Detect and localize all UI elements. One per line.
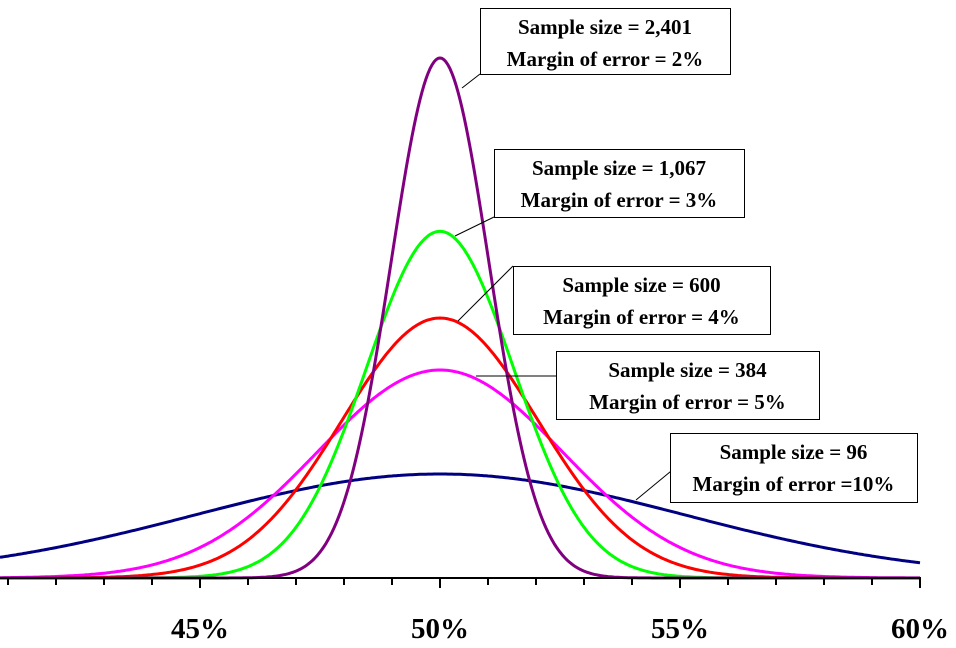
chart: 45% 50% 55% 60% Sample size = 2,401 Margin o… bbox=[0, 8, 949, 645]
callout-leader-line bbox=[454, 216, 495, 237]
x-tick-label: 60% bbox=[891, 613, 949, 645]
callout-margin-of-error: Margin of error = 5% bbox=[589, 390, 786, 414]
callout-leader-line bbox=[457, 265, 514, 322]
callout-moe-2: Sample size = 2,401 Margin of error = 2% bbox=[461, 8, 731, 89]
callouts: Sample size = 2,401Margin of error = 2%S… bbox=[454, 8, 918, 503]
x-tick-label: 50% bbox=[411, 613, 469, 645]
callout-sample-size: Sample size = 1,067 bbox=[532, 156, 706, 180]
callout-sample-size: Sample size = 96 bbox=[720, 440, 868, 464]
callout-sample-size: Sample size = 2,401 bbox=[518, 15, 692, 39]
callout-moe-10: Sample size = 96 Margin of error =10% bbox=[635, 433, 918, 503]
callout-margin-of-error: Margin of error = 2% bbox=[507, 47, 704, 71]
callout-sample-size: Sample size = 384 bbox=[608, 358, 767, 382]
callout-sample-size: Sample size = 600 bbox=[562, 273, 720, 297]
callout-margin-of-error: Margin of error =10% bbox=[693, 472, 895, 496]
callout-margin-of-error: Margin of error = 4% bbox=[543, 305, 740, 329]
callout-moe-4: Sample size = 600 Margin of error = 4% bbox=[457, 265, 771, 335]
x-axis: 45% 50% 55% 60% bbox=[0, 577, 949, 645]
callout-margin-of-error: Margin of error = 3% bbox=[521, 188, 718, 212]
callout-leader-line bbox=[461, 73, 481, 89]
callout-moe-3: Sample size = 1,067 Margin of error = 3% bbox=[454, 149, 745, 237]
x-tick-label: 45% bbox=[171, 613, 229, 645]
x-tick-label: 55% bbox=[651, 613, 709, 645]
